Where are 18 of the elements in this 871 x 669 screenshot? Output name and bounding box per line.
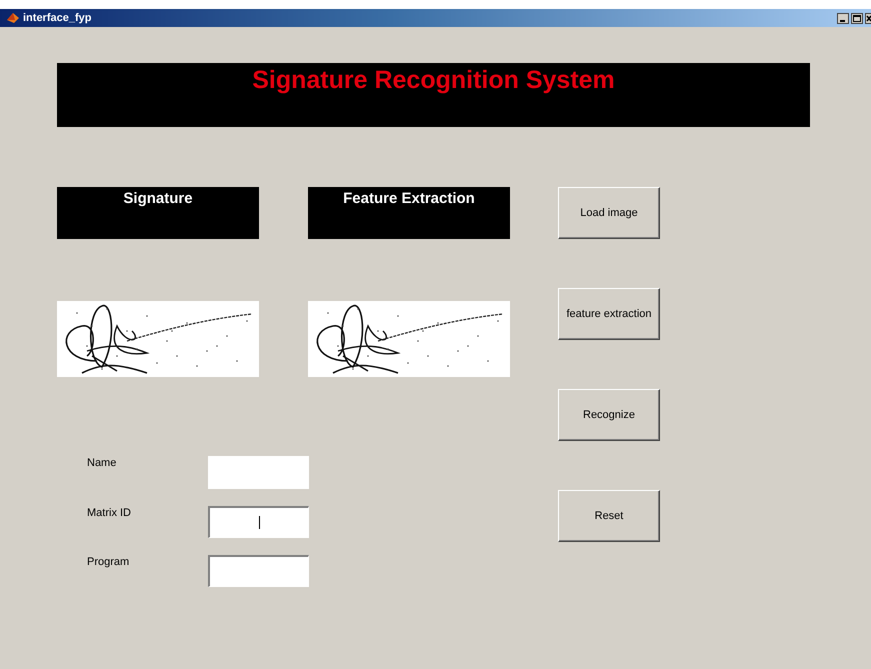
- field-label: Program: [86, 556, 130, 568]
- window-title: interface_fyp: [23, 12, 92, 24]
- close-icon[interactable]: [865, 12, 871, 24]
- panel-title: Feature Extraction: [343, 190, 475, 208]
- panel-title: Signature: [123, 190, 193, 208]
- push-button[interactable]: feature extraction: [558, 288, 660, 340]
- input-field[interactable]: [208, 456, 309, 490]
- push-button[interactable]: Load image: [558, 187, 660, 240]
- push-button[interactable]: Recognize: [558, 389, 660, 442]
- input-field[interactable]: [208, 555, 309, 588]
- maximize-icon[interactable]: [851, 12, 863, 24]
- minimize-icon[interactable]: [837, 12, 849, 24]
- banner-title: Signature Recognition System: [252, 66, 615, 96]
- field-label: Matrix ID: [86, 507, 132, 520]
- input-field[interactable]: [208, 506, 309, 538]
- field-label: Name: [86, 457, 118, 470]
- app-icon: [6, 11, 20, 26]
- push-button[interactable]: Reset: [558, 490, 660, 542]
